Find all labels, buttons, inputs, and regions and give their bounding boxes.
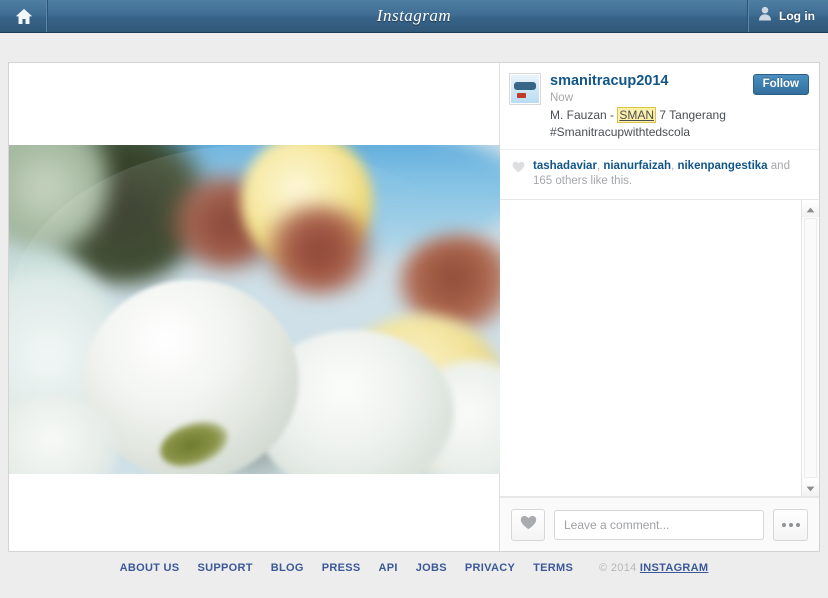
- footer-link-api[interactable]: API: [379, 562, 398, 574]
- heart-icon: [512, 160, 525, 178]
- avatar[interactable]: [509, 73, 541, 105]
- instagram-page: Instagram Log in smanitracup2014 Now M. …: [0, 0, 828, 598]
- login-button[interactable]: Log in: [747, 0, 828, 32]
- post-info-column: smanitracup2014 Now M. Fauzan - SMAN 7 T…: [500, 63, 819, 551]
- likes-count: 165: [533, 175, 553, 187]
- scrollbar-track[interactable]: [804, 218, 817, 478]
- post-card: smanitracup2014 Now M. Fauzan - SMAN 7 T…: [8, 62, 820, 552]
- more-options-button[interactable]: [773, 508, 808, 541]
- copyright-text: © 2014: [599, 562, 637, 574]
- footer-link-jobs[interactable]: JOBS: [416, 562, 447, 574]
- likes-suffix: others like this.: [552, 175, 633, 187]
- comment-bar: [500, 497, 819, 551]
- post-username[interactable]: smanitracup2014: [550, 73, 745, 89]
- post-media-column: [9, 63, 500, 551]
- scroll-down-button[interactable]: [802, 479, 819, 496]
- home-icon: [15, 8, 33, 25]
- like-user-0[interactable]: tashadaviar: [533, 160, 597, 172]
- comments-scrollbar[interactable]: [801, 200, 819, 496]
- arrow-down-icon: [806, 479, 815, 497]
- comments-area: [500, 200, 819, 497]
- footer-copyright: © 2014 INSTAGRAM: [599, 562, 708, 574]
- top-navigation-bar: Instagram Log in: [0, 0, 828, 33]
- post-photo[interactable]: [9, 145, 500, 474]
- footer-link-instagram[interactable]: INSTAGRAM: [640, 562, 709, 574]
- post-header: smanitracup2014 Now M. Fauzan - SMAN 7 T…: [500, 63, 819, 150]
- home-button[interactable]: [0, 0, 48, 32]
- caption-text-before: M. Fauzan -: [550, 108, 618, 122]
- footer: ABOUT US SUPPORT BLOG PRESS API JOBS PRI…: [0, 562, 828, 574]
- likes-row: tashadaviar, nianurfaizah, nikenpangesti…: [500, 150, 819, 200]
- footer-link-privacy[interactable]: PRIVACY: [465, 562, 515, 574]
- like-user-2[interactable]: nikenpangestika: [677, 160, 767, 172]
- footer-link-blog[interactable]: BLOG: [271, 562, 304, 574]
- scroll-up-button[interactable]: [802, 200, 819, 217]
- ellipsis-icon: [781, 522, 800, 527]
- site-title: Instagram: [376, 6, 452, 25]
- photo-gloss-overlay: [9, 145, 500, 474]
- post-caption: M. Fauzan - SMAN 7 Tangerang: [550, 107, 745, 123]
- user-icon: [758, 6, 772, 26]
- footer-link-press[interactable]: PRESS: [322, 562, 361, 574]
- post-meta: smanitracup2014 Now M. Fauzan - SMAN 7 T…: [550, 73, 745, 140]
- footer-link-terms[interactable]: TERMS: [533, 562, 573, 574]
- follow-button[interactable]: Follow: [752, 74, 809, 95]
- arrow-up-icon: [806, 200, 815, 218]
- caption-highlight: SMAN: [617, 107, 657, 123]
- footer-link-support[interactable]: SUPPORT: [197, 562, 252, 574]
- post-hashtag[interactable]: #Smanitracupwithtedscola: [550, 124, 745, 140]
- caption-text-after: 7 Tangerang: [656, 108, 726, 122]
- likes-text: tashadaviar, nianurfaizah, nikenpangesti…: [533, 159, 807, 189]
- heart-icon: [520, 515, 537, 535]
- likes-and: and: [767, 160, 790, 172]
- like-button[interactable]: [511, 508, 545, 541]
- comment-input[interactable]: [554, 509, 764, 540]
- post-timestamp: Now: [550, 92, 574, 104]
- login-label: Log in: [779, 9, 815, 23]
- media-top-spacer: [9, 63, 499, 145]
- footer-link-about-us[interactable]: ABOUT US: [120, 562, 180, 574]
- media-bottom-spacer: [9, 474, 499, 551]
- like-user-1[interactable]: nianurfaizah: [603, 160, 671, 172]
- avatar-image: [511, 75, 539, 103]
